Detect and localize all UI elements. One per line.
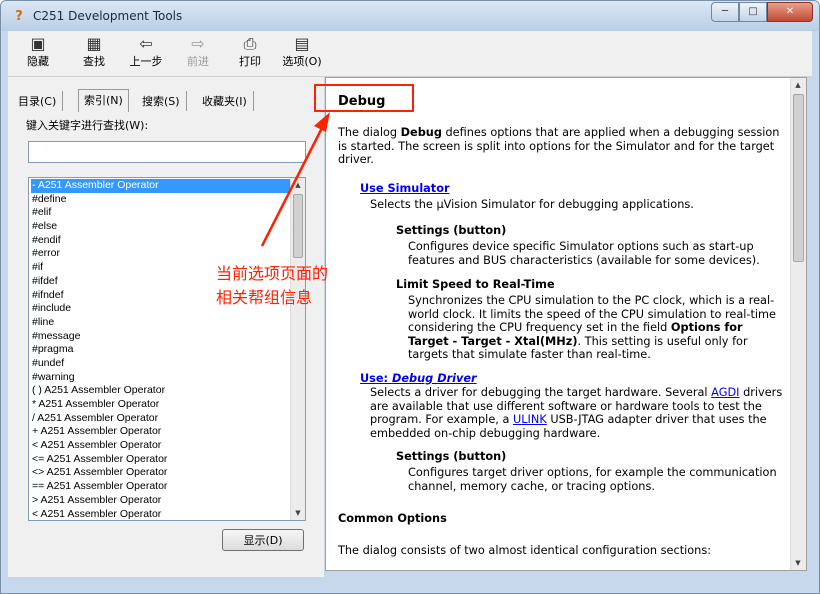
help-topic-pane: Debug The dialog Debug defines options t… (325, 77, 807, 571)
window-controls: ─ □ ✕ (711, 2, 813, 22)
help-scroll-down-icon[interactable]: ▼ (791, 556, 805, 570)
use-simulator-link[interactable]: Use Simulator (360, 182, 450, 195)
index-list-item[interactable]: #message (31, 330, 293, 344)
agdi-link[interactable]: AGDI (711, 386, 739, 399)
tab-index[interactable]: 索引(N) (78, 89, 129, 112)
help-app-icon: ? (15, 9, 23, 24)
navigation-pane: 目录(C) 索引(N) 搜索(S) 收藏夹(I) 键入关键字进行查找(W): -… (8, 77, 316, 577)
options-label: 选项(O) (282, 55, 322, 68)
index-list-item[interactable]: - A251 Assembler Operator (31, 179, 293, 193)
close-button[interactable]: ✕ (767, 2, 813, 22)
options-button[interactable]: ▤ 选项(O) (278, 33, 326, 75)
toolbar: ▣ 隐藏 ▦ 查找 ⇦ 上一步 ⇨ 前进 ⎙ 打印 ▤ 选项(O) (8, 31, 812, 77)
intro-text-a: The dialog (338, 126, 401, 139)
hide-button[interactable]: ▣ 隐藏 (18, 33, 58, 75)
index-list-item[interactable]: ( ) A251 Assembler Operator (31, 384, 293, 398)
pane-splitter[interactable] (316, 77, 324, 577)
print-icon: ⎙ (243, 34, 257, 53)
use-simulator-desc: Selects the µVision Simulator for debugg… (370, 198, 694, 211)
index-list-item[interactable]: #define (31, 193, 293, 207)
display-button[interactable]: 显示(D) (222, 529, 304, 551)
index-list-items: - A251 Assembler Operator #define #elif #el… (31, 179, 293, 521)
intro-paragraph: The dialog Debug defines options that ar… (338, 126, 784, 167)
locate-label: 查找 (83, 55, 105, 68)
index-list-item[interactable]: < A251 Assembler Operator (31, 508, 293, 521)
common-options-heading: Common Options (338, 512, 447, 525)
index-list-item[interactable]: #error (31, 247, 293, 261)
print-button[interactable]: ⎙ 打印 (230, 33, 270, 75)
forward-button[interactable]: ⇨ 前进 (178, 33, 218, 75)
locate-button[interactable]: ▦ 查找 (74, 33, 114, 75)
keyword-input[interactable] (28, 141, 306, 163)
help-scroll-thumb[interactable] (793, 94, 804, 262)
debug-driver-link[interactable]: Debug Driver (392, 372, 477, 385)
use-label: Use: (360, 372, 393, 385)
index-list[interactable]: - A251 Assembler Operator #define #elif #el… (28, 177, 306, 521)
index-list-item[interactable]: #undef (31, 357, 293, 371)
print-label: 打印 (239, 55, 261, 68)
index-list-item[interactable]: #warning (31, 371, 293, 385)
title-bar[interactable]: ? C251 Development Tools ─ □ ✕ (1, 1, 819, 31)
annotation-line-2: 相关帮组信息 (216, 288, 313, 307)
index-scroll-thumb[interactable] (293, 194, 303, 258)
scroll-up-arrow-icon[interactable]: ▲ (291, 178, 305, 192)
minimize-button[interactable]: ─ (711, 2, 739, 22)
scroll-down-arrow-icon[interactable]: ▼ (291, 506, 305, 520)
window-bottom-border (8, 577, 812, 589)
back-icon: ⇦ (139, 34, 153, 53)
common-options-desc: The dialog consists of two almost identi… (338, 544, 712, 557)
forward-label: 前进 (187, 55, 209, 68)
intro-bold: Debug (400, 126, 442, 139)
limit-speed-desc: Synchronizes the CPU simulation to the P… (408, 294, 784, 362)
index-list-item[interactable]: #endif (31, 234, 293, 248)
annotation-highlight-box (314, 84, 414, 112)
hide-label: 隐藏 (27, 55, 49, 68)
index-list-item[interactable]: == A251 Assembler Operator (31, 480, 293, 494)
annotation-line-1: 当前选项页面的 (216, 264, 329, 283)
index-list-item[interactable]: + A251 Assembler Operator (31, 425, 293, 439)
settings-driver-title: Settings (button) (396, 450, 507, 463)
ulink-link[interactable]: ULINK (513, 413, 547, 426)
hide-icon: ▣ (30, 34, 46, 53)
index-list-item[interactable]: * A251 Assembler Operator (31, 398, 293, 412)
index-list-item[interactable]: <= A251 Assembler Operator (31, 453, 293, 467)
window-title: C251 Development Tools (33, 9, 183, 23)
index-list-item[interactable]: #line (31, 316, 293, 330)
debug-driver-desc: Selects a driver for debugging the targe… (370, 386, 784, 440)
maximize-button[interactable]: □ (739, 2, 767, 22)
tab-favorites[interactable]: 收藏夹(I) (202, 91, 254, 111)
annotation-text: 当前选项页面的 相关帮组信息 (216, 262, 328, 310)
index-list-item[interactable]: #pragma (31, 343, 293, 357)
settings-sim-title: Settings (button) (396, 224, 507, 237)
settings-driver-desc: Configures target driver options, for ex… (408, 466, 777, 493)
tab-contents[interactable]: 目录(C) (18, 91, 64, 111)
use-driver-line: Use: Debug Driver (338, 372, 477, 385)
back-button[interactable]: ⇦ 上一步 (126, 33, 166, 75)
index-list-item[interactable]: > A251 Assembler Operator (31, 494, 293, 508)
locate-icon: ▦ (86, 34, 102, 53)
index-list-item[interactable]: / A251 Assembler Operator (31, 412, 293, 426)
forward-icon: ⇨ (191, 34, 205, 53)
options-icon: ▤ (294, 34, 310, 53)
index-list-item[interactable]: #else (31, 220, 293, 234)
back-label: 上一步 (129, 55, 163, 68)
tab-search[interactable]: 搜索(S) (142, 91, 187, 111)
keyword-label: 键入关键字进行查找(W): (26, 119, 149, 132)
index-list-item[interactable]: #elif (31, 206, 293, 220)
help-scroll-up-icon[interactable]: ▲ (791, 78, 805, 92)
limit-speed-title: Limit Speed to Real-Time (396, 278, 555, 291)
index-list-scrollbar[interactable]: ▲ ▼ (290, 178, 305, 520)
driver-desc-a: Selects a driver for debugging the targe… (370, 386, 712, 399)
index-list-item[interactable]: < A251 Assembler Operator (31, 439, 293, 453)
use-simulator-line: Use Simulator (338, 182, 450, 195)
settings-sim-desc: Configures device specific Simulator opt… (408, 240, 760, 267)
index-list-item[interactable]: <> A251 Assembler Operator (31, 466, 293, 480)
help-scrollbar[interactable]: ▲ ▼ (790, 78, 806, 570)
